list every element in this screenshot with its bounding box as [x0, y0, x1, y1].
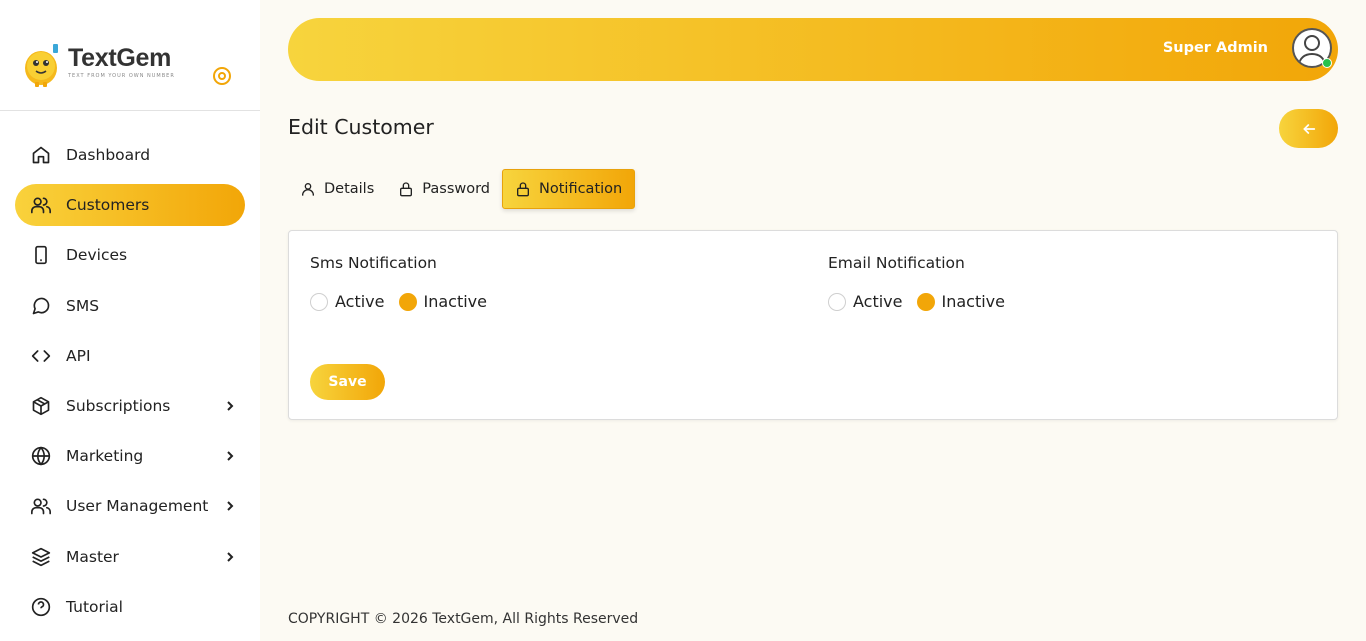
- lock-icon: [517, 182, 530, 197]
- sidebar-item-marketing[interactable]: Marketing: [15, 435, 245, 477]
- footer-copyright: COPYRIGHT © 2026 TextGem, All Rights Res…: [288, 611, 639, 627]
- user-name[interactable]: Super Admin: [1163, 40, 1268, 56]
- sidebar-item-customers[interactable]: Customers: [15, 184, 245, 227]
- sidebar-toggle-icon[interactable]: [212, 66, 232, 86]
- sidebar-item-label: Tutorial: [66, 597, 123, 616]
- logo[interactable]: TextGem TEXT FROM YOUR OWN NUMBER: [22, 42, 175, 88]
- chevron-right-icon: [223, 398, 237, 414]
- sms-inactive-radio[interactable]: [398, 292, 417, 311]
- sidebar-item-label: Master: [66, 547, 119, 566]
- message-circle-icon: [30, 295, 52, 317]
- chevron-right-icon: [223, 498, 237, 514]
- lock-icon: [400, 182, 413, 197]
- sidebar-item-label: Subscriptions: [66, 396, 171, 415]
- sidebar-item-devices[interactable]: Devices: [15, 234, 245, 276]
- brand-name: TextGem: [68, 44, 172, 72]
- sidebar-item-label: Devices: [66, 246, 128, 265]
- page-title: Edit Customer: [288, 115, 434, 139]
- smartphone-icon: [30, 244, 52, 266]
- tab-label: Details: [324, 181, 375, 197]
- users-icon: [30, 194, 52, 216]
- sidebar-item-dashboard[interactable]: Dashboard: [15, 134, 245, 176]
- help-circle-icon: [30, 596, 52, 618]
- globe-icon: [30, 445, 52, 467]
- email-inactive-radio[interactable]: [916, 292, 935, 311]
- sms-notification-title: Sms Notification: [310, 254, 437, 272]
- tab-label: Notification: [539, 181, 623, 197]
- notification-settings-card: Sms Notification Active Inactive Email N…: [288, 230, 1338, 420]
- tab-details[interactable]: Details: [288, 169, 386, 209]
- chevron-right-icon: [223, 549, 237, 565]
- sms-active-radio[interactable]: [310, 292, 328, 311]
- sidebar-item-api[interactable]: API: [15, 335, 245, 377]
- users-icon: [30, 495, 52, 517]
- package-icon: [30, 395, 52, 417]
- tab-password[interactable]: Password: [386, 169, 502, 209]
- logo-area: TextGem TEXT FROM YOUR OWN NUMBER: [0, 0, 260, 111]
- sms-inactive-label[interactable]: Inactive: [424, 292, 488, 311]
- sidebar-item-label: User Management: [66, 497, 209, 516]
- sidebar-item-label: Customers: [66, 196, 150, 215]
- sidebar-item-subscriptions[interactable]: Subscriptions: [15, 385, 245, 427]
- layers-icon: [30, 546, 52, 568]
- chevron-right-icon: [223, 448, 237, 464]
- back-button[interactable]: [1279, 109, 1338, 148]
- sidebar-item-label: API: [66, 346, 91, 365]
- mascot-icon: [22, 42, 62, 88]
- tab-notification[interactable]: Notification: [502, 169, 636, 209]
- top-header: Super Admin: [288, 18, 1338, 81]
- tab-label: Password: [422, 181, 491, 197]
- sms-notification-group: Sms Notification Active Inactive: [310, 254, 501, 311]
- sidebar-nav: Dashboard Customers Devices SMS API Subs…: [15, 134, 245, 636]
- user-icon: [302, 183, 314, 196]
- sidebar-item-label: Dashboard: [66, 146, 151, 164]
- sidebar: TextGem TEXT FROM YOUR OWN NUMBER Dashbo…: [0, 0, 260, 641]
- sidebar-item-user-management[interactable]: User Management: [15, 485, 245, 527]
- arrow-left-icon: [1303, 123, 1315, 134]
- sidebar-item-label: Marketing: [66, 447, 144, 466]
- sms-active-label[interactable]: Active: [335, 292, 385, 311]
- tab-bar: Details Password Notification: [288, 169, 636, 209]
- email-inactive-label[interactable]: Inactive: [942, 292, 1006, 311]
- online-status-indicator: [1322, 58, 1332, 68]
- sidebar-item-tutorial[interactable]: Tutorial: [15, 586, 245, 628]
- code-icon: [30, 345, 52, 367]
- email-notification-group: Email Notification Active Inactive: [828, 254, 1019, 311]
- save-button[interactable]: Save: [310, 364, 385, 400]
- email-active-label[interactable]: Active: [853, 292, 903, 311]
- email-notification-title: Email Notification: [828, 254, 965, 272]
- sidebar-item-sms[interactable]: SMS: [15, 285, 245, 327]
- home-icon: [30, 144, 52, 166]
- sidebar-item-master[interactable]: Master: [15, 536, 245, 578]
- brand-tagline: TEXT FROM YOUR OWN NUMBER: [68, 73, 175, 79]
- email-active-radio[interactable]: [828, 292, 846, 311]
- sidebar-item-label: SMS: [66, 296, 100, 315]
